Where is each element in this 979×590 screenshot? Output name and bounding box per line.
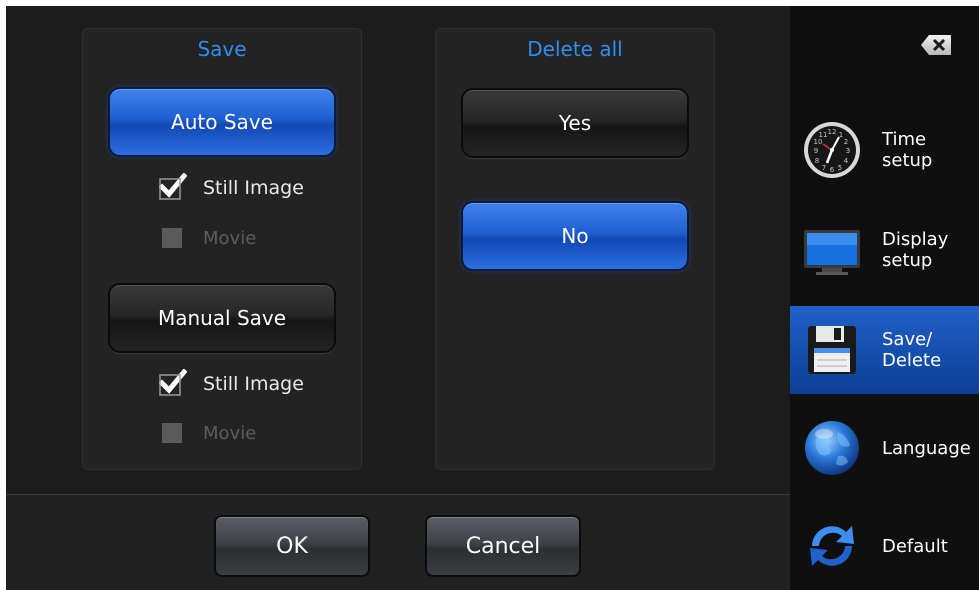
sidebar-item-label: Time setup bbox=[882, 129, 933, 171]
sidebar-item-language[interactable]: Language bbox=[790, 404, 979, 492]
cancel-button[interactable]: Cancel bbox=[425, 515, 581, 577]
sidebar-item-label: Language bbox=[882, 437, 971, 459]
footer-bar: OK Cancel bbox=[6, 494, 790, 590]
manual-save-still-image-label: Still Image bbox=[203, 373, 304, 395]
svg-text:4: 4 bbox=[844, 157, 849, 165]
auto-save-movie-label: Movie bbox=[203, 227, 257, 249]
manual-save-movie-option[interactable]: Movie bbox=[161, 418, 256, 448]
svg-text:12: 12 bbox=[828, 128, 837, 136]
unchecked-box-icon[interactable] bbox=[162, 228, 182, 248]
svg-text:3: 3 bbox=[846, 147, 850, 155]
manual-save-button[interactable]: Manual Save bbox=[108, 283, 336, 353]
delete-yes-button[interactable]: Yes bbox=[461, 88, 689, 158]
auto-save-still-image-label: Still Image bbox=[203, 177, 304, 199]
svg-text:2: 2 bbox=[844, 138, 848, 146]
svg-text:6: 6 bbox=[830, 166, 835, 174]
backspace-icon bbox=[921, 35, 951, 55]
sidebar-item-default[interactable]: Default bbox=[790, 502, 979, 590]
auto-save-still-image-option[interactable]: Still Image bbox=[159, 173, 304, 203]
refresh-icon bbox=[802, 516, 862, 576]
main-area: Save Auto Save Still Image Movie Manual … bbox=[6, 6, 790, 590]
delete-all-panel-title: Delete all bbox=[527, 37, 623, 61]
sidebar-item-time-setup[interactable]: 12 3 69 12 45 78 10 11 Time setup bbox=[790, 106, 979, 194]
auto-save-movie-option[interactable]: Movie bbox=[161, 223, 256, 253]
globe-icon bbox=[802, 418, 862, 478]
svg-text:10: 10 bbox=[814, 138, 823, 146]
delete-all-panel: Delete all Yes No bbox=[435, 28, 715, 470]
sidebar-item-display-setup[interactable]: Display setup bbox=[790, 206, 979, 294]
sidebar-item-label: Save/ Delete bbox=[882, 329, 942, 371]
manual-save-still-image-option[interactable]: Still Image bbox=[159, 369, 304, 399]
svg-text:5: 5 bbox=[838, 164, 842, 172]
auto-save-button[interactable]: Auto Save bbox=[108, 87, 336, 157]
svg-text:11: 11 bbox=[819, 131, 828, 139]
unchecked-box-icon[interactable] bbox=[162, 423, 182, 443]
sidebar-item-label: Default bbox=[882, 535, 948, 557]
sidebar-item-save-delete[interactable]: Save/ Delete bbox=[790, 306, 979, 394]
sidebar-item-label: Display setup bbox=[882, 229, 949, 271]
ok-button[interactable]: OK bbox=[214, 515, 370, 577]
clock-icon: 12 3 69 12 45 78 10 11 bbox=[802, 120, 862, 180]
settings-sidebar: 12 3 69 12 45 78 10 11 Time setup Displa… bbox=[790, 6, 979, 590]
delete-no-button[interactable]: No bbox=[461, 201, 689, 271]
svg-text:9: 9 bbox=[814, 147, 818, 155]
save-panel-title: Save bbox=[197, 37, 247, 61]
svg-text:7: 7 bbox=[822, 164, 826, 172]
save-panel: Save Auto Save Still Image Movie Manual … bbox=[82, 28, 362, 470]
manual-save-movie-label: Movie bbox=[203, 422, 257, 444]
settings-screen: Save Auto Save Still Image Movie Manual … bbox=[6, 6, 979, 590]
floppy-disk-icon bbox=[802, 320, 862, 380]
svg-text:8: 8 bbox=[815, 157, 819, 165]
backspace-close-button[interactable] bbox=[920, 34, 952, 56]
checkmark-icon[interactable] bbox=[159, 369, 187, 396]
checkmark-icon[interactable] bbox=[159, 173, 187, 200]
monitor-icon bbox=[802, 220, 862, 280]
